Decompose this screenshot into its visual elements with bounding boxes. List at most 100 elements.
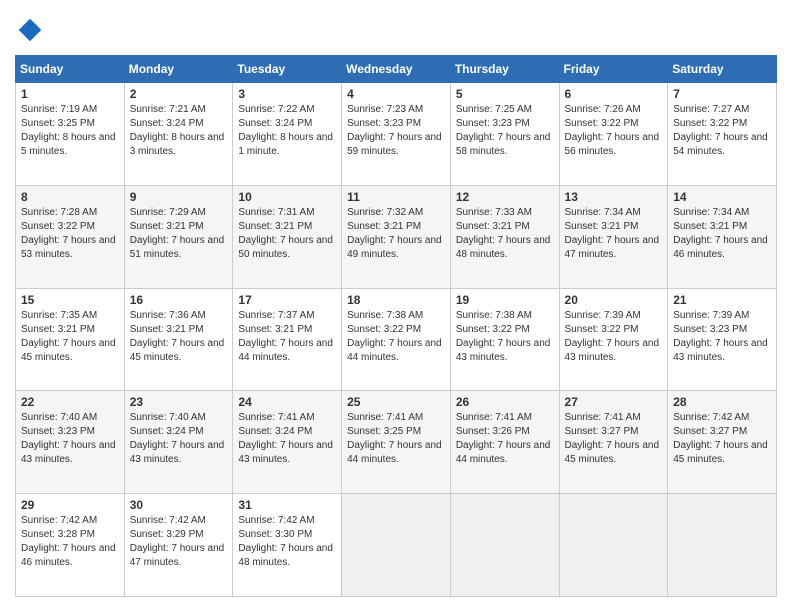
sunset-label: Sunset: 3:25 PM (347, 426, 421, 437)
sunset-label: Sunset: 3:27 PM (565, 426, 639, 437)
daylight-label: Daylight: 8 hours and 5 minutes. (21, 132, 116, 157)
col-header-tuesday: Tuesday (233, 56, 342, 83)
col-header-saturday: Saturday (668, 56, 777, 83)
calendar-week-1: 1 Sunrise: 7:19 AM Sunset: 3:25 PM Dayli… (16, 83, 777, 186)
calendar-header-row: SundayMondayTuesdayWednesdayThursdayFrid… (16, 56, 777, 83)
calendar-cell: 18 Sunrise: 7:38 AM Sunset: 3:22 PM Dayl… (342, 288, 451, 391)
sunrise-label: Sunrise: 7:23 AM (347, 104, 423, 115)
day-number: 31 (238, 498, 336, 512)
calendar-cell: 29 Sunrise: 7:42 AM Sunset: 3:28 PM Dayl… (16, 494, 125, 597)
day-number: 20 (565, 293, 663, 307)
calendar-cell: 22 Sunrise: 7:40 AM Sunset: 3:23 PM Dayl… (16, 391, 125, 494)
sunrise-label: Sunrise: 7:22 AM (238, 104, 314, 115)
sunrise-label: Sunrise: 7:33 AM (456, 207, 532, 218)
day-info: Sunrise: 7:26 AM Sunset: 3:22 PM Dayligh… (565, 103, 663, 159)
daylight-label: Daylight: 7 hours and 51 minutes. (130, 235, 225, 260)
logo (15, 15, 49, 45)
calendar-cell: 16 Sunrise: 7:36 AM Sunset: 3:21 PM Dayl… (124, 288, 233, 391)
day-info: Sunrise: 7:42 AM Sunset: 3:29 PM Dayligh… (130, 514, 228, 570)
sunrise-label: Sunrise: 7:38 AM (347, 310, 423, 321)
daylight-label: Daylight: 7 hours and 47 minutes. (130, 543, 225, 568)
daylight-label: Daylight: 7 hours and 45 minutes. (673, 440, 768, 465)
sunrise-label: Sunrise: 7:34 AM (565, 207, 641, 218)
logo-icon (15, 15, 45, 45)
sunrise-label: Sunrise: 7:37 AM (238, 310, 314, 321)
day-info: Sunrise: 7:42 AM Sunset: 3:28 PM Dayligh… (21, 514, 119, 570)
calendar-cell: 13 Sunrise: 7:34 AM Sunset: 3:21 PM Dayl… (559, 185, 668, 288)
daylight-label: Daylight: 7 hours and 44 minutes. (347, 338, 442, 363)
calendar-cell: 25 Sunrise: 7:41 AM Sunset: 3:25 PM Dayl… (342, 391, 451, 494)
daylight-label: Daylight: 7 hours and 48 minutes. (456, 235, 551, 260)
calendar-cell: 9 Sunrise: 7:29 AM Sunset: 3:21 PM Dayli… (124, 185, 233, 288)
sunset-label: Sunset: 3:23 PM (347, 118, 421, 129)
sunrise-label: Sunrise: 7:32 AM (347, 207, 423, 218)
day-info: Sunrise: 7:40 AM Sunset: 3:24 PM Dayligh… (130, 411, 228, 467)
sunrise-label: Sunrise: 7:41 AM (238, 412, 314, 423)
day-number: 9 (130, 190, 228, 204)
calendar-cell: 27 Sunrise: 7:41 AM Sunset: 3:27 PM Dayl… (559, 391, 668, 494)
sunset-label: Sunset: 3:22 PM (565, 324, 639, 335)
col-header-friday: Friday (559, 56, 668, 83)
day-info: Sunrise: 7:38 AM Sunset: 3:22 PM Dayligh… (347, 309, 445, 365)
daylight-label: Daylight: 7 hours and 48 minutes. (238, 543, 333, 568)
calendar-cell: 8 Sunrise: 7:28 AM Sunset: 3:22 PM Dayli… (16, 185, 125, 288)
sunset-label: Sunset: 3:24 PM (238, 426, 312, 437)
sunset-label: Sunset: 3:24 PM (130, 118, 204, 129)
calendar-cell: 31 Sunrise: 7:42 AM Sunset: 3:30 PM Dayl… (233, 494, 342, 597)
sunset-label: Sunset: 3:22 PM (456, 324, 530, 335)
sunrise-label: Sunrise: 7:40 AM (21, 412, 97, 423)
sunset-label: Sunset: 3:21 PM (130, 221, 204, 232)
sunset-label: Sunset: 3:21 PM (130, 324, 204, 335)
calendar-cell: 26 Sunrise: 7:41 AM Sunset: 3:26 PM Dayl… (450, 391, 559, 494)
day-number: 27 (565, 395, 663, 409)
daylight-label: Daylight: 7 hours and 45 minutes. (565, 440, 660, 465)
day-info: Sunrise: 7:41 AM Sunset: 3:24 PM Dayligh… (238, 411, 336, 467)
daylight-label: Daylight: 7 hours and 46 minutes. (673, 235, 768, 260)
day-info: Sunrise: 7:41 AM Sunset: 3:25 PM Dayligh… (347, 411, 445, 467)
day-number: 28 (673, 395, 771, 409)
page: SundayMondayTuesdayWednesdayThursdayFrid… (0, 0, 792, 612)
calendar-cell: 21 Sunrise: 7:39 AM Sunset: 3:23 PM Dayl… (668, 288, 777, 391)
day-info: Sunrise: 7:25 AM Sunset: 3:23 PM Dayligh… (456, 103, 554, 159)
day-info: Sunrise: 7:33 AM Sunset: 3:21 PM Dayligh… (456, 206, 554, 262)
calendar-cell: 20 Sunrise: 7:39 AM Sunset: 3:22 PM Dayl… (559, 288, 668, 391)
sunrise-label: Sunrise: 7:41 AM (565, 412, 641, 423)
sunset-label: Sunset: 3:24 PM (238, 118, 312, 129)
day-info: Sunrise: 7:41 AM Sunset: 3:27 PM Dayligh… (565, 411, 663, 467)
sunset-label: Sunset: 3:30 PM (238, 529, 312, 540)
day-info: Sunrise: 7:40 AM Sunset: 3:23 PM Dayligh… (21, 411, 119, 467)
sunset-label: Sunset: 3:21 PM (238, 324, 312, 335)
day-info: Sunrise: 7:35 AM Sunset: 3:21 PM Dayligh… (21, 309, 119, 365)
day-number: 23 (130, 395, 228, 409)
sunset-label: Sunset: 3:28 PM (21, 529, 95, 540)
col-header-wednesday: Wednesday (342, 56, 451, 83)
daylight-label: Daylight: 7 hours and 43 minutes. (565, 338, 660, 363)
sunset-label: Sunset: 3:21 PM (565, 221, 639, 232)
day-info: Sunrise: 7:27 AM Sunset: 3:22 PM Dayligh… (673, 103, 771, 159)
sunrise-label: Sunrise: 7:28 AM (21, 207, 97, 218)
sunrise-label: Sunrise: 7:42 AM (238, 515, 314, 526)
daylight-label: Daylight: 7 hours and 45 minutes. (130, 338, 225, 363)
sunrise-label: Sunrise: 7:29 AM (130, 207, 206, 218)
calendar-cell: 1 Sunrise: 7:19 AM Sunset: 3:25 PM Dayli… (16, 83, 125, 186)
calendar-cell: 14 Sunrise: 7:34 AM Sunset: 3:21 PM Dayl… (668, 185, 777, 288)
day-info: Sunrise: 7:38 AM Sunset: 3:22 PM Dayligh… (456, 309, 554, 365)
calendar-cell (559, 494, 668, 597)
calendar-cell: 4 Sunrise: 7:23 AM Sunset: 3:23 PM Dayli… (342, 83, 451, 186)
day-info: Sunrise: 7:39 AM Sunset: 3:23 PM Dayligh… (673, 309, 771, 365)
day-number: 1 (21, 87, 119, 101)
daylight-label: Daylight: 7 hours and 43 minutes. (673, 338, 768, 363)
day-info: Sunrise: 7:23 AM Sunset: 3:23 PM Dayligh… (347, 103, 445, 159)
calendar-cell (342, 494, 451, 597)
sunset-label: Sunset: 3:21 PM (673, 221, 747, 232)
sunrise-label: Sunrise: 7:41 AM (456, 412, 532, 423)
sunset-label: Sunset: 3:22 PM (21, 221, 95, 232)
sunset-label: Sunset: 3:23 PM (673, 324, 747, 335)
day-info: Sunrise: 7:39 AM Sunset: 3:22 PM Dayligh… (565, 309, 663, 365)
day-number: 2 (130, 87, 228, 101)
day-number: 26 (456, 395, 554, 409)
sunrise-label: Sunrise: 7:39 AM (673, 310, 749, 321)
daylight-label: Daylight: 7 hours and 47 minutes. (565, 235, 660, 260)
day-number: 17 (238, 293, 336, 307)
header (15, 15, 777, 45)
